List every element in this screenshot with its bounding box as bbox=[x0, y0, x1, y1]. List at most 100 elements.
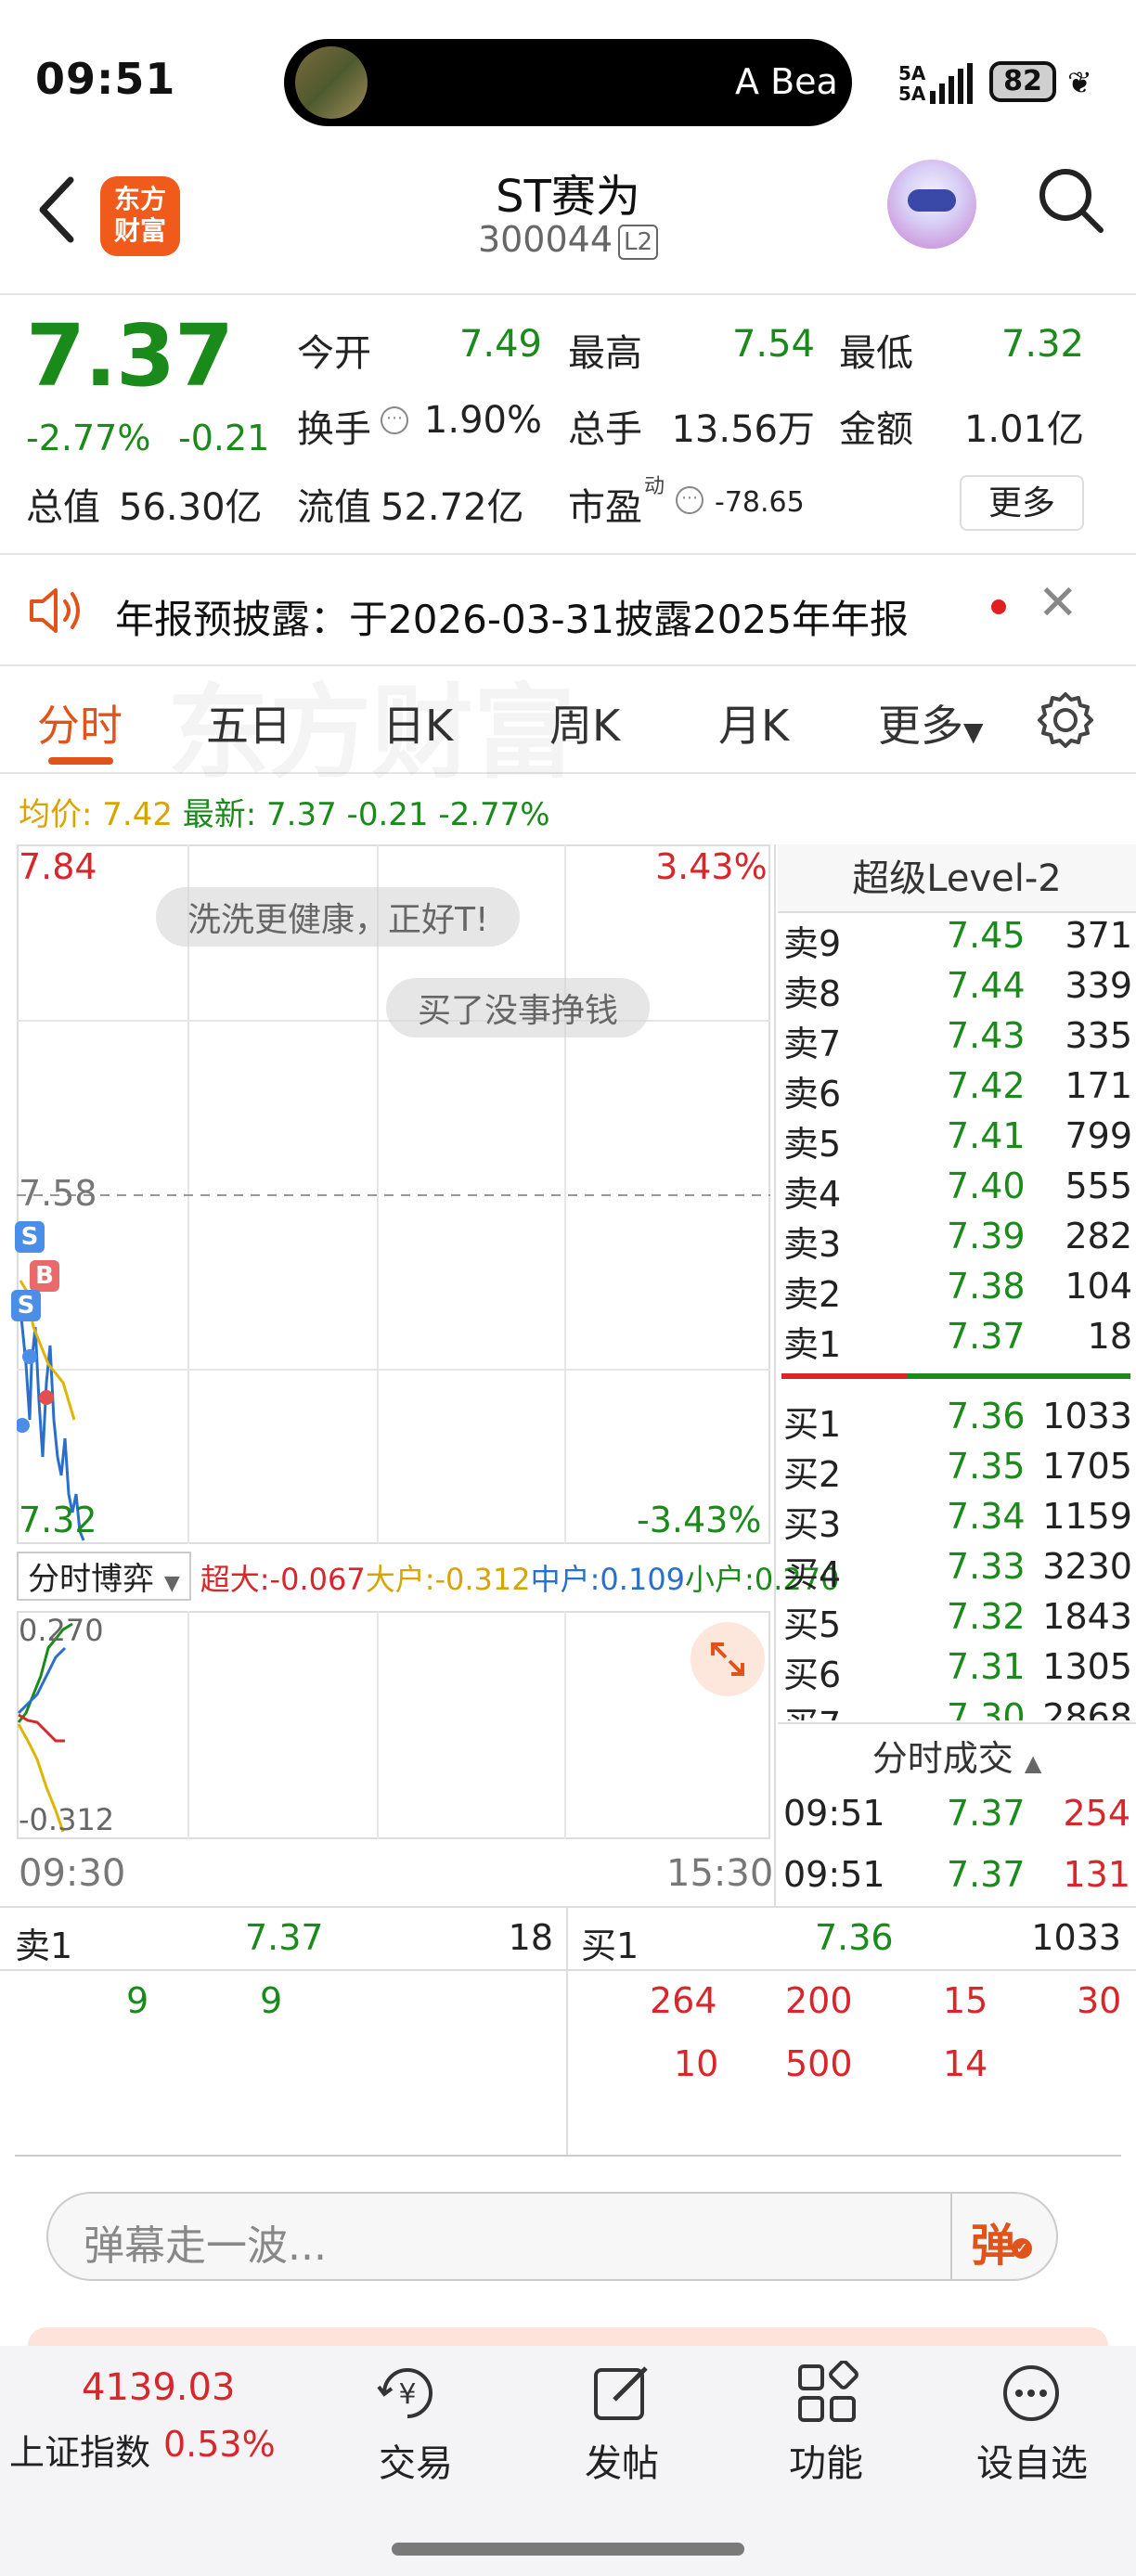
pe-label: 市盈 bbox=[568, 486, 642, 529]
buy-row[interactable]: 买7 7.30 2868 bbox=[780, 1696, 1130, 1720]
buy-row[interactable]: 买6 7.31 1305 bbox=[780, 1646, 1130, 1696]
sell-row[interactable]: 卖2 7.38 104 bbox=[780, 1266, 1132, 1316]
nav-trade[interactable]: 交易 bbox=[342, 2433, 490, 2487]
features-nav-icon[interactable] bbox=[794, 2360, 859, 2429]
index-name[interactable]: 上证指数 bbox=[9, 2424, 150, 2475]
tab-more[interactable]: 更多▼ bbox=[878, 692, 984, 753]
amount-label: 金额 bbox=[839, 408, 913, 451]
sell-volume: 335 bbox=[1065, 1015, 1132, 1056]
buy-queue-item: 500 bbox=[785, 2043, 853, 2084]
open-label: 今开 bbox=[297, 332, 371, 375]
buy-row[interactable]: 买4 7.33 3230 bbox=[780, 1546, 1130, 1596]
bofang-lines bbox=[17, 1611, 566, 1839]
search-button[interactable] bbox=[1036, 165, 1106, 236]
sell-volume: 799 bbox=[1065, 1115, 1132, 1156]
robot-visor bbox=[908, 189, 956, 212]
trades-title-label: 分时成交 bbox=[871, 1738, 1013, 1779]
info-icon[interactable]: ⋯ bbox=[676, 486, 704, 514]
bofang-select[interactable]: 分时博弈 ▼ bbox=[17, 1552, 191, 1601]
buy-ratio bbox=[908, 1373, 1130, 1379]
tab-fenshi[interactable]: 分时 bbox=[37, 692, 123, 753]
sell-row[interactable]: 卖3 7.39 282 bbox=[780, 1216, 1132, 1266]
watchlist-nav-icon[interactable] bbox=[999, 2361, 1064, 2429]
sell-price: 7.37 bbox=[947, 1316, 1026, 1357]
trade-time: 09:51 bbox=[783, 1793, 885, 1834]
total-value: 56.30亿 bbox=[119, 486, 263, 529]
tab-monthly-k[interactable]: 月K bbox=[718, 692, 789, 753]
low-label: 最低 bbox=[839, 332, 913, 375]
caret-down-icon: ▼ bbox=[963, 716, 984, 747]
index-value[interactable]: 4139.03 bbox=[82, 2366, 235, 2409]
sell-row[interactable]: 卖9 7.45 371 bbox=[780, 915, 1132, 965]
status-time: 09:51 bbox=[35, 54, 176, 104]
trade-nav-icon[interactable]: ¥ bbox=[375, 2361, 440, 2429]
trades-title[interactable]: 分时成交 ▲ bbox=[778, 1730, 1136, 1781]
high-value: 7.54 bbox=[731, 323, 815, 366]
sell-marker[interactable]: S bbox=[11, 1290, 41, 1321]
float-value-label: 流值 bbox=[297, 486, 371, 529]
sell-label: 卖9 bbox=[783, 923, 842, 964]
sell-marker[interactable]: S bbox=[15, 1221, 45, 1253]
yen-circle-icon: ¥ bbox=[377, 2368, 432, 2418]
chart-pct-top: 3.43% bbox=[655, 846, 768, 887]
nav-features[interactable]: 功能 bbox=[752, 2433, 900, 2487]
buy-volume: 1033 bbox=[1042, 1396, 1130, 1436]
buy-volume: 1305 bbox=[1042, 1646, 1130, 1687]
sell-row[interactable]: 卖6 7.42 171 bbox=[780, 1065, 1132, 1115]
leaf-icon: ❦ bbox=[1067, 65, 1092, 100]
header-divider bbox=[0, 293, 1136, 295]
sell-volume: 171 bbox=[1065, 1065, 1132, 1106]
level2-title[interactable]: 超级Level-2 bbox=[778, 844, 1136, 913]
buy-price: 7.35 bbox=[947, 1446, 1026, 1487]
close-icon[interactable]: ✕ bbox=[1038, 575, 1078, 631]
buy-price: 7.32 bbox=[947, 1596, 1026, 1637]
sell-label: 卖8 bbox=[783, 973, 842, 1014]
ob-buy-price: 7.36 bbox=[815, 1917, 894, 1958]
buy-row[interactable]: 买1 7.36 1033 bbox=[780, 1396, 1130, 1446]
buy-volume: 3230 bbox=[1042, 1546, 1130, 1587]
sell-label: 卖7 bbox=[783, 1024, 842, 1064]
trade-price: 7.37 bbox=[947, 1793, 1026, 1834]
more-quote-button[interactable]: 更多 bbox=[960, 475, 1084, 531]
trade-time: 09:51 bbox=[783, 1854, 885, 1895]
buy-queue-item: 15 bbox=[943, 1980, 988, 2021]
sell-price: 7.39 bbox=[947, 1216, 1026, 1256]
low-value: 7.32 bbox=[1000, 323, 1084, 366]
buy-row[interactable]: 买3 7.34 1159 bbox=[780, 1496, 1130, 1546]
latest-price: 最新: 7.37 -0.21 -2.77% bbox=[182, 796, 550, 833]
caret-down-icon: ▼ bbox=[163, 1572, 180, 1595]
bofang-mid: 中户:0.109 bbox=[530, 1562, 686, 1597]
buy-marker[interactable]: B bbox=[30, 1260, 59, 1292]
buy-row[interactable]: 买5 7.32 1843 bbox=[780, 1596, 1130, 1646]
nav-add-watchlist[interactable]: 设自选 bbox=[958, 2433, 1106, 2487]
sell-row[interactable]: 卖5 7.41 799 bbox=[780, 1115, 1132, 1166]
gear-icon[interactable] bbox=[1036, 690, 1095, 750]
buy-row[interactable]: 买2 7.35 1705 bbox=[780, 1446, 1130, 1496]
orderbook-bottom-divider bbox=[15, 2155, 1121, 2157]
current-price: 7.37 bbox=[26, 306, 234, 406]
sell-row[interactable]: 卖1 7.37 18 bbox=[780, 1316, 1132, 1366]
unread-dot bbox=[991, 599, 1006, 614]
turnover-label: 换手 bbox=[297, 408, 371, 451]
level2-sell-list: 卖9 7.45 371 卖8 7.44 339 卖7 7.43 335 卖6 7.42 171 卖5 7.… bbox=[780, 915, 1132, 1366]
nav-post[interactable]: 发帖 bbox=[548, 2433, 696, 2487]
pe-sup: 动 bbox=[644, 475, 665, 498]
sell-row[interactable]: 卖8 7.44 339 bbox=[780, 965, 1132, 1015]
trades-divider bbox=[778, 1722, 1136, 1724]
info-icon[interactable]: ⋯ bbox=[381, 406, 408, 434]
live-activity-text: A Bea bbox=[735, 61, 837, 102]
ob-buy-volume: 1033 bbox=[1031, 1917, 1121, 1958]
post-nav-icon[interactable] bbox=[588, 2361, 653, 2429]
turnover-value: 1.90% bbox=[423, 399, 542, 442]
notice-text[interactable]: 年报预披露：于2026-03-31披露2025年年报 bbox=[115, 588, 909, 645]
high-label: 最高 bbox=[568, 332, 642, 375]
expand-button[interactable] bbox=[691, 1622, 765, 1696]
buy-label: 买4 bbox=[783, 1554, 842, 1595]
home-indicator[interactable] bbox=[392, 2543, 744, 2556]
open-value: 7.49 bbox=[458, 323, 542, 366]
sell-row[interactable]: 卖7 7.43 335 bbox=[780, 1015, 1132, 1065]
buy-volume: 1705 bbox=[1042, 1446, 1130, 1487]
search-icon bbox=[1039, 169, 1104, 233]
chart-pct-bottom: -3.43% bbox=[637, 1500, 762, 1540]
sell-row[interactable]: 卖4 7.40 555 bbox=[780, 1166, 1132, 1216]
